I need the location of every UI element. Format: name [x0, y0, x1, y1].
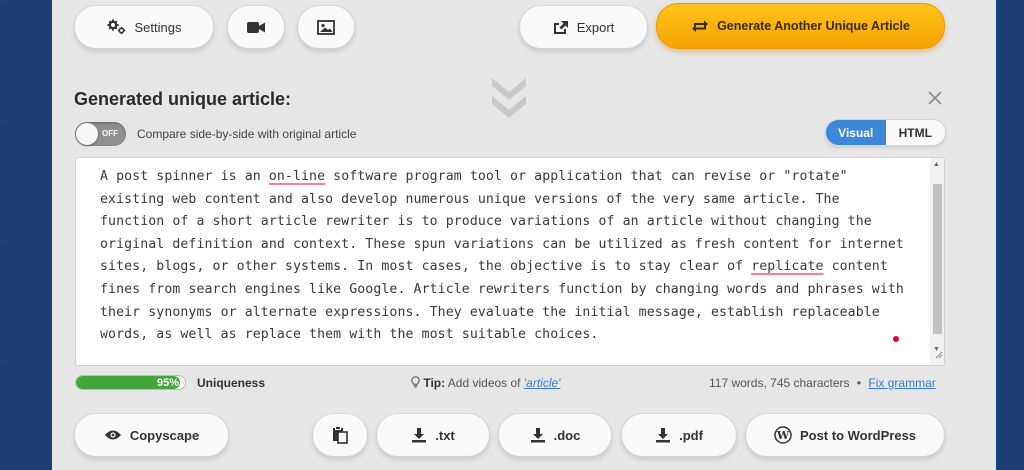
- tip-text: Tip: Add videos of 'article': [411, 376, 560, 390]
- article-text-segment: A post spinner is an: [100, 169, 269, 184]
- copy-clipboard-button[interactable]: [312, 413, 368, 457]
- word-count-stats: 117 words, 745 characters • Fix grammar: [709, 376, 936, 390]
- uniqueness-progress-bar: 95%: [75, 375, 186, 390]
- word-count: 117 words, 745 characters: [709, 376, 850, 390]
- article-text[interactable]: A post spinner is an on-line software pr…: [100, 166, 910, 347]
- resize-handle-icon[interactable]: [933, 346, 943, 364]
- copyscape-button[interactable]: Copyscape: [74, 413, 229, 457]
- fix-grammar-link[interactable]: Fix grammar: [868, 376, 935, 390]
- download-doc-button[interactable]: .doc: [498, 413, 612, 457]
- tip-body: Add videos of: [445, 376, 524, 390]
- scroll-thumb[interactable]: [933, 184, 942, 334]
- download-pdf-button[interactable]: .pdf: [621, 413, 737, 457]
- txt-label: .txt: [435, 427, 455, 443]
- wordpress-label: Post to WordPress: [799, 427, 917, 443]
- image-icon: [317, 19, 335, 35]
- uniqueness-percent: 95%: [156, 377, 179, 389]
- lightbulb-icon: [411, 376, 423, 390]
- toggle-state-label: OFF: [102, 129, 118, 138]
- generate-another-article-button[interactable]: Generate Another Unique Article: [656, 3, 945, 49]
- image-button[interactable]: [297, 5, 355, 49]
- copyscape-label: Copyscape: [129, 427, 200, 443]
- toggle-knob: [76, 123, 98, 145]
- download-icon: [411, 427, 427, 443]
- download-txt-button[interactable]: .txt: [376, 413, 490, 457]
- refresh-icon: [691, 19, 709, 33]
- export-icon: [553, 20, 569, 35]
- download-icon: [530, 427, 546, 443]
- gears-icon: [107, 19, 127, 35]
- clipboard-icon: [332, 426, 348, 444]
- svg-text:W: W: [776, 429, 790, 442]
- tip-prefix: Tip:: [423, 376, 446, 390]
- red-dot-indicator: [893, 336, 899, 342]
- pdf-label: .pdf: [679, 427, 703, 443]
- editor-scrollbar[interactable]: ▲ ▼: [930, 158, 944, 365]
- generate-label: Generate Another Unique Article: [717, 19, 910, 33]
- misspelled-word: replicate: [751, 259, 824, 275]
- export-label: Export: [576, 19, 615, 35]
- settings-button[interactable]: Settings: [74, 5, 214, 49]
- doc-label: .doc: [553, 427, 581, 443]
- video-button[interactable]: [227, 5, 285, 49]
- article-editor[interactable]: A post spinner is an on-line software pr…: [75, 157, 945, 366]
- page-title: Generated unique article:: [74, 89, 292, 109]
- video-camera-icon: [247, 21, 265, 34]
- uniqueness-label: Uniqueness: [197, 376, 266, 390]
- wordpress-icon: W: [774, 426, 792, 444]
- settings-label: Settings: [134, 19, 182, 35]
- compare-label: Compare side-by-side with original artic…: [137, 127, 357, 141]
- scroll-up-icon[interactable]: ▲: [933, 161, 940, 168]
- stats-separator: •: [856, 376, 862, 390]
- tab-visual[interactable]: Visual: [826, 120, 886, 145]
- view-mode-switch: Visual HTML: [825, 119, 946, 146]
- download-icon: [655, 427, 671, 443]
- eye-icon: [104, 429, 122, 441]
- compare-toggle[interactable]: OFF: [75, 122, 126, 146]
- double-chevron-down-icon: [490, 76, 528, 125]
- tab-html[interactable]: HTML: [886, 120, 946, 145]
- post-to-wordpress-button[interactable]: W Post to WordPress: [745, 413, 945, 457]
- close-icon[interactable]: [927, 90, 943, 111]
- misspelled-word: on-line: [268, 169, 326, 184]
- tip-article-link[interactable]: 'article': [524, 376, 561, 390]
- export-button[interactable]: Export: [519, 5, 648, 49]
